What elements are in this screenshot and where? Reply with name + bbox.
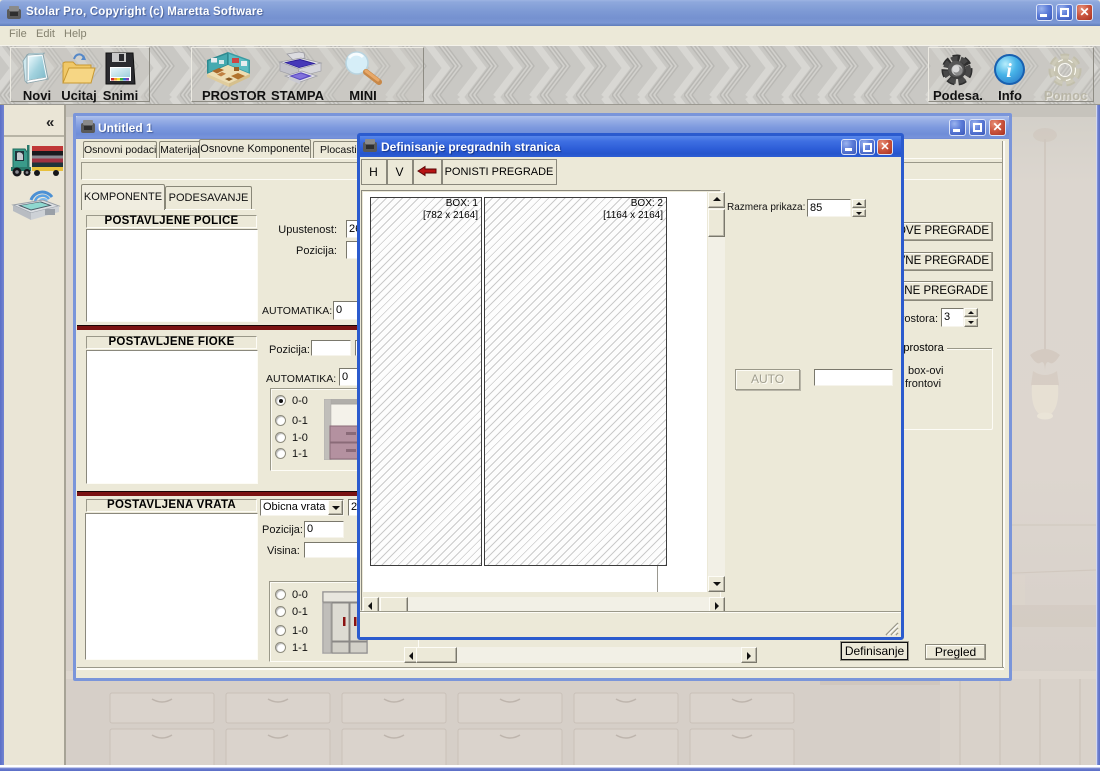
svg-text:i: i — [1006, 60, 1012, 82]
